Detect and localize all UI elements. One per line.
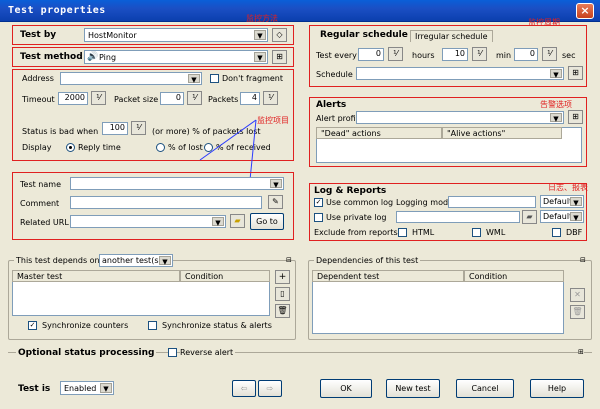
annotation-line: [249, 119, 257, 181]
exclude-dbf-label: DBF: [566, 228, 583, 237]
annotation-line: [199, 119, 257, 161]
related-url-label: Related URL: [20, 218, 69, 227]
test-every-label: Test every: [316, 51, 357, 60]
chevron-down-icon: ▼: [550, 113, 562, 123]
note-alert: 告警选项: [540, 100, 572, 109]
use-common-log-checkbox[interactable]: ✓: [314, 198, 323, 207]
alerts-title: Alerts: [316, 100, 347, 110]
ok-button[interactable]: OK: [320, 379, 372, 398]
chevron-down-icon: ▼: [550, 69, 562, 79]
new-test-button[interactable]: New test: [386, 379, 440, 398]
note-log: 日志、报表: [548, 183, 588, 192]
exclude-wml-label: WML: [486, 228, 506, 237]
min-input[interactable]: 10: [442, 48, 468, 61]
mode-private-select[interactable]: Default ▼: [540, 210, 584, 223]
next-arrow-icon[interactable]: ⇨: [258, 380, 282, 397]
collapse-icon[interactable]: ⊟: [286, 256, 292, 264]
depends-value: another test(s): [102, 256, 162, 265]
hours-label: hours: [412, 51, 435, 60]
cancel-button[interactable]: Cancel: [456, 379, 514, 398]
folder-icon[interactable]: ▰: [230, 214, 245, 228]
col-dependent-condition[interactable]: Condition: [464, 270, 564, 282]
min-label: min: [496, 51, 512, 60]
remove-icon[interactable]: ✕: [570, 288, 585, 302]
sec-label: sec: [562, 51, 576, 60]
slider-icon[interactable]: ⅟: [542, 47, 557, 61]
tree-icon[interactable]: ⊞: [568, 110, 583, 124]
chevron-down-icon: ▼: [270, 179, 282, 189]
col-condition[interactable]: Condition: [180, 270, 270, 282]
mode-private-value: Default: [543, 212, 573, 221]
mode-common-select[interactable]: Default ▼: [540, 195, 584, 208]
chevron-down-icon: ▼: [212, 217, 224, 227]
goto-button[interactable]: Go to: [250, 213, 284, 230]
reverse-alert-label: Reverse alert: [180, 348, 236, 357]
folder-icon[interactable]: ▰: [522, 210, 537, 224]
logging-mode-label: Logging mode: [396, 198, 453, 207]
col-dependent-test[interactable]: Dependent test: [312, 270, 464, 282]
private-log-path[interactable]: [396, 211, 520, 223]
col-master-test[interactable]: Master test: [12, 270, 180, 282]
depends-select[interactable]: another test(s) ▼: [99, 254, 173, 267]
chevron-down-icon: ▼: [570, 197, 582, 207]
edit-icon[interactable]: ✎: [268, 195, 283, 209]
hours-input[interactable]: 0: [358, 48, 384, 61]
test-state-value: Enabled: [64, 384, 97, 393]
new-icon[interactable]: ▯: [275, 287, 290, 301]
slider-icon[interactable]: ⅟: [472, 47, 487, 61]
related-url-select[interactable]: ▼: [70, 215, 226, 228]
exclude-wml-checkbox[interactable]: [472, 228, 481, 237]
use-common-log-label: Use common log: [326, 198, 394, 207]
prev-arrow-icon[interactable]: ⇦: [232, 380, 256, 397]
chevron-down-icon: ▼: [570, 212, 582, 222]
tab-irregular-schedule[interactable]: Irregular schedule: [410, 30, 493, 42]
use-private-log-label: Use private log: [326, 213, 387, 222]
depends-label: This test depends on: [14, 256, 102, 265]
comment-input[interactable]: [70, 196, 262, 209]
sync-status-label: Synchronize status & alerts: [162, 321, 272, 330]
note-period: 监控周期: [528, 18, 560, 27]
exclude-dbf-checkbox[interactable]: [552, 228, 561, 237]
test-is-label: Test is: [18, 384, 51, 394]
sec-input[interactable]: 0: [514, 48, 538, 61]
tree-icon[interactable]: ⊞: [568, 66, 583, 80]
common-log-path[interactable]: [448, 196, 536, 208]
collapse-icon[interactable]: ⊟: [580, 256, 586, 264]
log-title: Log & Reports: [314, 186, 387, 196]
help-button[interactable]: Help: [530, 379, 584, 398]
test-state-select[interactable]: Enabled ▼: [60, 381, 114, 395]
test-name-select[interactable]: ▼: [70, 177, 284, 190]
schedule-label: Schedule: [316, 70, 353, 79]
expand-icon[interactable]: ⊞: [578, 348, 584, 356]
col-alive-actions[interactable]: "Alive actions": [442, 127, 562, 139]
schedule-select[interactable]: ▼: [356, 67, 564, 80]
tab-regular-schedule[interactable]: Regular schedule: [320, 30, 408, 40]
use-private-log-checkbox[interactable]: [314, 213, 323, 222]
alert-profile-select[interactable]: ▼: [356, 111, 564, 124]
trash-icon[interactable]: 🗑: [275, 304, 290, 318]
sync-counters-label: Synchronize counters: [42, 321, 129, 330]
comment-label: Comment: [20, 199, 60, 208]
mode-common-value: Default: [543, 197, 573, 206]
dependencies-title: Dependencies of this test: [314, 256, 421, 265]
sync-counters-checkbox[interactable]: ✓: [28, 321, 37, 330]
exclude-html-label: HTML: [412, 228, 435, 237]
sync-status-checkbox[interactable]: [148, 321, 157, 330]
slider-icon[interactable]: ⅟: [388, 47, 403, 61]
col-dead-actions[interactable]: "Dead" actions: [316, 127, 442, 139]
add-icon[interactable]: +: [275, 270, 290, 284]
test-name-label: Test name: [20, 180, 61, 189]
exclude-html-checkbox[interactable]: [398, 228, 407, 237]
chevron-down-icon: ▼: [100, 383, 112, 393]
trash-icon[interactable]: 🗑: [570, 305, 585, 319]
optional-label: Optional status processing: [16, 348, 157, 358]
reverse-alert-checkbox[interactable]: [168, 348, 177, 357]
chevron-down-icon: ▼: [159, 256, 171, 266]
exclude-label: Exclude from reports:: [314, 228, 401, 237]
